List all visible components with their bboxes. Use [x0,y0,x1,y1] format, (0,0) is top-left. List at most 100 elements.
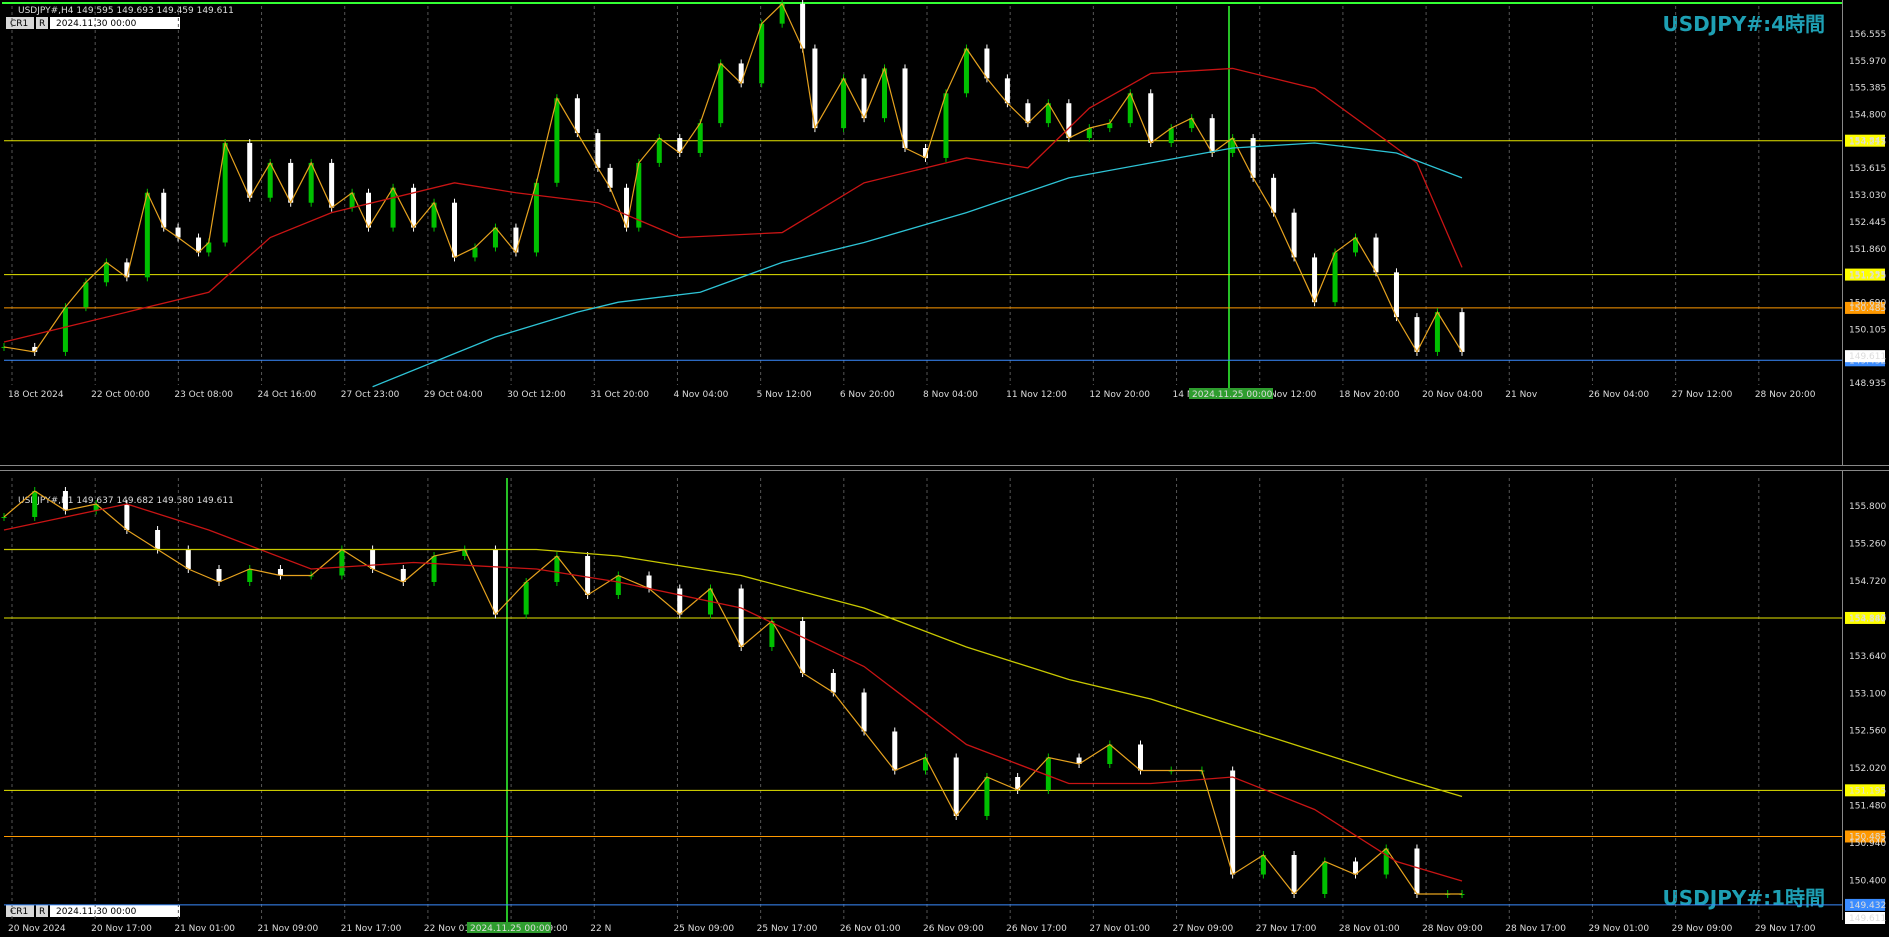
candle-body [370,549,376,569]
x-tick-label: 22 Oct 00:00 [91,390,150,400]
lower-cr-label: CR1 [10,907,28,917]
candle-body [830,673,836,693]
x-tick-label: 20 Nov 2024 [8,924,66,934]
candle-body [718,63,724,124]
candle-body [585,556,591,595]
x-tick-label: 27 Oct 23:00 [341,390,400,400]
candle-body [339,549,345,576]
candle-body [943,93,949,158]
x-tick-label: 21 Nov 17:00 [341,924,402,934]
x-tick-label: 24 Oct 16:00 [258,390,317,400]
candle-body [349,192,355,208]
candle-body [984,777,990,816]
candle-body [800,3,806,49]
candle-body [861,692,867,732]
x-tick-label: 27 Nov 17:00 [1256,924,1317,934]
y-tick-label: 154.720 [1849,577,1886,587]
y-tick-label: 150.105 [1849,325,1886,335]
candle-body [144,192,150,278]
x-tick-label: 22 N [590,924,611,934]
y-tick-label: 150.690 [1849,298,1886,308]
x-tick-label: 25 Nov 09:00 [673,924,734,934]
candle-body [554,98,560,183]
candle-body [1,517,7,518]
candle-body [984,48,990,79]
candle-body [366,192,371,228]
x-tick-label: 29 Nov 01:00 [1588,924,1649,934]
upper-header: USDJPY#,H4 149.595 149.693 149.459 149.6… [18,6,234,16]
upper-date-input-value: 2024.11.30 00:00 [56,19,137,29]
candle-body [902,68,908,149]
candle-body [1138,744,1144,771]
x-tick-label: 12 Nov 20:00 [1089,390,1150,400]
x-tick-label: 27 Nov 09:00 [1173,924,1234,934]
candle-body [677,588,683,615]
y-tick-label: 152.445 [1849,218,1886,228]
candle-body [492,549,498,615]
y-tick-label: 153.030 [1849,191,1886,201]
y-tick-label: 151.480 [1849,802,1886,812]
candle-body [656,138,662,163]
candle-body [738,588,744,647]
lower-r-label: R [39,907,45,917]
candle-body [1373,237,1379,273]
candle-body [267,162,273,198]
x-tick-label: 20 Nov 04:00 [1422,390,1483,400]
candle-body [247,569,253,582]
x-tick-label: 25 Nov 17:00 [757,924,818,934]
cursor-label: 2024.11.25 00:00 [1192,390,1273,400]
x-tick-label: 23 Oct 08:00 [174,390,233,400]
y-tick-label: 152.020 [1849,764,1886,774]
y-tick-label: 154.215 [1849,137,1886,147]
candle-body [554,556,560,582]
candle-body [953,757,959,816]
x-tick-label: 21 Nov 09:00 [258,924,319,934]
x-tick-label: 29 Nov 09:00 [1672,924,1733,934]
x-tick-label: 30 Oct 12:00 [507,390,566,400]
x-tick-label: 28 Nov 17:00 [1505,924,1566,934]
chart-canvas: USDJPY#,H4 149.595 149.693 149.459 149.6… [0,0,1889,937]
candle-body [841,78,847,129]
candle-body [922,757,928,771]
candle-body [1230,770,1236,875]
y-tick-label: 156.555 [1849,30,1886,40]
candle-body [759,23,765,84]
y-tick-label: 155.800 [1849,502,1886,512]
candle-body [861,78,867,119]
candle-body [83,282,89,308]
y-tick-label: 150.400 [1849,877,1886,887]
x-tick-label: 6 Nov 20:00 [840,390,895,400]
candle-body [1168,128,1174,144]
y-tick-label: 148.935 [1849,379,1886,389]
upper-title: USDJPY#:4時間 [1663,12,1826,36]
candle-body [161,192,167,228]
candle-body [1045,757,1051,790]
x-tick-label: 27 Nov 01:00 [1089,924,1150,934]
candle-body [1148,93,1154,144]
candle-body [1459,312,1465,352]
candle-body [892,731,898,771]
x-tick-label: 29 Oct 04:00 [424,390,483,400]
x-tick-label: 29 Nov 17:00 [1755,924,1816,934]
x-tick-label: 5 Nov 12:00 [757,390,812,400]
x-tick-label: 26 Nov 09:00 [923,924,984,934]
candle-body [1004,78,1010,104]
candle-body [1414,317,1420,352]
candle-body [1332,252,1338,303]
x-tick-label: 26 Nov 01:00 [840,924,901,934]
candle-body [222,143,228,243]
candle-body [1434,312,1440,352]
y-tick-label: 149.611 [1849,914,1886,924]
y-tick-label: 152.560 [1849,727,1886,737]
candle-body [1383,848,1389,875]
lower-date-input-value: 2024.11.30 00:00 [56,907,137,917]
candle-body [1066,103,1072,139]
level-tag-label: 149.432 [1849,901,1886,911]
cursor-label: 2024.11.25 00:00 [470,924,551,934]
upper-cr-label: CR1 [10,19,28,29]
candle-body [1025,103,1031,124]
candle-body [1291,212,1297,258]
y-tick-label: 154.800 [1849,111,1886,121]
x-tick-label: 26 Nov 17:00 [1006,924,1067,934]
candle-body [615,575,621,595]
